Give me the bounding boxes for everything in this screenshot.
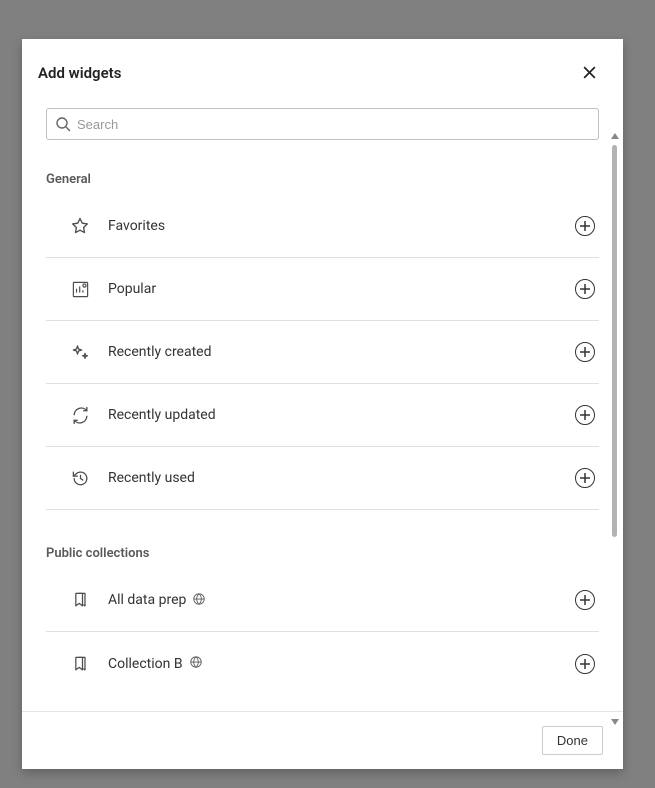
widget-favorites: Favorites (46, 195, 599, 258)
search-icon (55, 116, 71, 132)
bookmark-icon (70, 590, 90, 610)
plus-icon (580, 659, 590, 669)
scroll-up-arrow-icon[interactable] (611, 133, 619, 139)
bookmark-icon (70, 654, 90, 674)
widget-label: All data prep (108, 591, 575, 610)
search-field[interactable] (46, 108, 599, 140)
widget-label: Recently used (108, 470, 575, 486)
done-button[interactable]: Done (542, 726, 603, 755)
add-recently-updated-button[interactable] (575, 405, 595, 425)
dialog-body: General Favorites Popular (22, 94, 623, 711)
search-input[interactable] (77, 117, 590, 132)
star-icon (70, 216, 90, 236)
widget-label: Recently created (108, 344, 575, 360)
sparkle-icon (70, 342, 90, 362)
plus-icon (580, 347, 590, 357)
scrollbar[interactable] (612, 145, 617, 537)
section-general-title: General (46, 172, 599, 187)
plus-icon (580, 284, 590, 294)
add-popular-button[interactable] (575, 279, 595, 299)
widget-label-text: All data prep (108, 592, 186, 608)
dialog-footer: Done (22, 711, 623, 769)
add-recently-used-button[interactable] (575, 468, 595, 488)
widget-collection-b: Collection B (46, 632, 599, 695)
widget-recently-created: Recently created (46, 321, 599, 384)
add-widgets-dialog: Add widgets General Favorites (22, 39, 623, 769)
widget-label: Popular (108, 281, 575, 297)
section-general-list: Favorites Popular Recently created (46, 195, 599, 510)
popular-icon (70, 279, 90, 299)
globe-icon (192, 591, 206, 610)
refresh-icon (70, 405, 90, 425)
globe-icon (189, 654, 203, 673)
widget-recently-used: Recently used (46, 447, 599, 510)
widget-label: Favorites (108, 218, 575, 234)
close-button[interactable] (578, 61, 601, 84)
dialog-title: Add widgets (38, 64, 121, 82)
history-icon (70, 468, 90, 488)
widget-recently-updated: Recently updated (46, 384, 599, 447)
dialog-header: Add widgets (22, 39, 623, 94)
widget-all-data-prep: All data prep (46, 569, 599, 632)
widget-label: Recently updated (108, 407, 575, 423)
widget-label: Collection B (108, 654, 575, 673)
section-public-title: Public collections (46, 546, 599, 561)
add-recently-created-button[interactable] (575, 342, 595, 362)
add-all-data-prep-button[interactable] (575, 590, 595, 610)
plus-icon (580, 595, 590, 605)
close-icon (582, 65, 597, 80)
add-collection-b-button[interactable] (575, 654, 595, 674)
widget-popular: Popular (46, 258, 599, 321)
add-favorites-button[interactable] (575, 216, 595, 236)
plus-icon (580, 410, 590, 420)
widget-label-text: Collection B (108, 656, 183, 672)
scroll-down-arrow-icon[interactable] (611, 719, 619, 725)
section-public-list: All data prep Collection B (46, 569, 599, 695)
plus-icon (580, 221, 590, 231)
plus-icon (580, 473, 590, 483)
